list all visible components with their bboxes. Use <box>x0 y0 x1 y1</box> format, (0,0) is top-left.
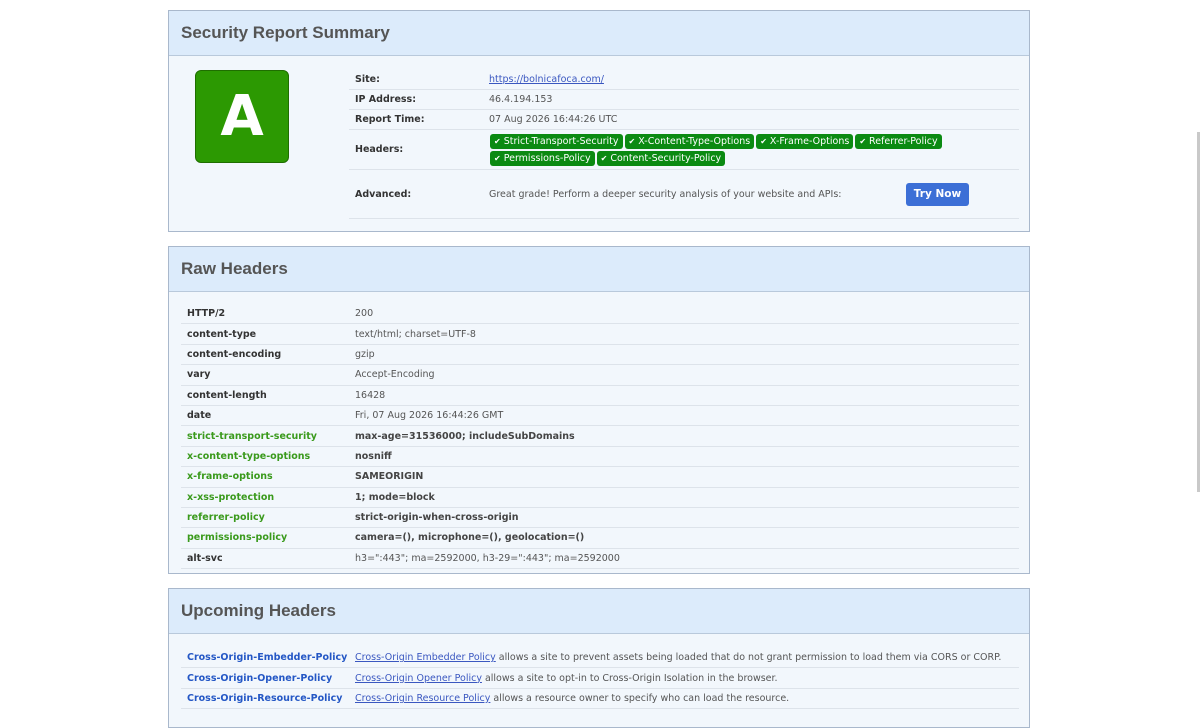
header-pill-label: Content-Security-Policy <box>610 152 722 164</box>
header-pill-label: Referrer-Policy <box>869 135 938 147</box>
summary-title: Security Report Summary <box>169 11 1029 56</box>
raw-header-value: gzip <box>355 348 375 360</box>
upcoming-header-link[interactable]: Cross-Origin Resource Policy <box>355 693 490 704</box>
raw-header-value: 200 <box>355 308 374 320</box>
raw-header-value: text/html; charset=UTF-8 <box>355 328 476 340</box>
raw-header-key: HTTP/2 <box>187 308 226 320</box>
check-icon: ✔ <box>494 136 501 146</box>
raw-header-value: SAMEORIGIN <box>355 471 424 483</box>
site-link[interactable]: https://bolnicafoca.com/ <box>489 74 604 85</box>
upcoming-header-text: allows a resource owner to specify who c… <box>490 692 790 704</box>
upcoming-headers-panel: Upcoming Headers Cross-Origin-Embedder-P… <box>168 588 1030 728</box>
upcoming-header-text: allows a site to opt-in to Cross-Origin … <box>481 672 778 684</box>
raw-header-key: date <box>187 410 212 422</box>
check-icon: ✔ <box>628 136 636 146</box>
raw-header-key: content-length <box>187 389 267 401</box>
raw-header-key: x-frame-options <box>187 471 273 483</box>
header-pill-label: Strict-Transport-Security <box>503 135 619 147</box>
header-pill: ✔ Permissions-Policy <box>490 150 595 166</box>
raw-header-value: camera=(), microphone=(), geolocation=() <box>355 532 585 544</box>
raw-header-key: vary <box>187 369 211 381</box>
raw-headers-panel: Raw Headers HTTP/2 200 content-type text/ht… <box>168 246 1030 574</box>
advanced-label: Advanced: <box>355 188 412 200</box>
raw-header-row: x-xss-protection 1; mode=block <box>181 488 1019 508</box>
header-pill: ✔ Referrer-Policy <box>855 133 942 149</box>
upcoming-header-description: Cross-Origin Opener Policy allows a site… <box>355 673 1019 684</box>
upcoming-header-row: Cross-Origin-Embedder-Policy Cross-Origin… <box>181 648 1019 669</box>
raw-header-key: permissions-policy <box>187 532 288 544</box>
raw-headers-title: Raw Headers <box>169 247 1029 292</box>
raw-header-row: strict-transport-security max-age=3153600… <box>181 426 1019 447</box>
header-pills: ✔ Strict-Transport-Security ✔ X-Content-Typ… <box>489 133 949 167</box>
raw-header-row: referrer-policy strict-origin-when-cross-… <box>181 508 1019 529</box>
raw-headers-table: HTTP/2 200 content-type text/html; charset=… <box>181 304 1019 570</box>
header-pill-label: Permissions-Policy <box>503 152 591 164</box>
raw-header-key: strict-transport-security <box>187 430 317 442</box>
raw-header-value: nosniff <box>355 450 392 462</box>
raw-header-value: h3=":443"; ma=2592000, h3-29=":443"; ma=… <box>355 552 620 564</box>
check-icon: ✔ <box>760 136 767 146</box>
ip-label: IP Address: <box>355 94 416 105</box>
header-pill: ✔ Content-Security-Policy <box>596 150 726 166</box>
check-icon: ✔ <box>859 136 867 146</box>
header-pill-label: X-Frame-Options <box>769 135 850 147</box>
raw-header-key: x-xss-protection <box>187 491 275 503</box>
header-pill: ✔ Strict-Transport-Security <box>490 133 623 149</box>
header-pill: ✔ X-Content-Type-Options <box>624 133 755 149</box>
site-label: Site: <box>355 74 380 85</box>
raw-header-value: 1; mode=block <box>355 491 435 503</box>
raw-header-row: alt-svc h3=":443"; ma=2592000, h3-29=":44… <box>181 549 1019 570</box>
raw-header-row: permissions-policy camera=(), microphone=… <box>181 528 1019 549</box>
upcoming-header-key: Cross-Origin-Opener-Policy <box>187 672 333 684</box>
upcoming-headers-title: Upcoming Headers <box>169 589 1029 634</box>
upcoming-header-description: Cross-Origin Embedder Policy allows a si… <box>355 652 1019 663</box>
report-time-label: Report Time: <box>355 114 425 125</box>
report-time-row: Report Time: 07 Aug 2026 16:44:26 UTC <box>349 110 1019 130</box>
header-pill: ✔ X-Frame-Options <box>756 133 854 149</box>
raw-header-key: content-type <box>187 328 257 340</box>
raw-header-value: strict-origin-when-cross-origin <box>355 512 519 524</box>
try-now-button[interactable]: Try Now <box>906 182 969 206</box>
grade-badge: A <box>195 70 289 163</box>
upcoming-header-link[interactable]: Cross-Origin Opener Policy <box>355 673 482 684</box>
raw-header-row: HTTP/2 200 <box>181 304 1019 325</box>
ip-value: 46.4.194.153 <box>489 94 553 105</box>
header-pill-label: X-Content-Type-Options <box>638 135 751 147</box>
upcoming-header-text: allows a site to prevent assets being lo… <box>495 652 1002 664</box>
raw-header-key: referrer-policy <box>187 512 265 524</box>
upcoming-header-key: Cross-Origin-Embedder-Policy <box>187 652 348 664</box>
raw-header-value: Accept-Encoding <box>355 369 435 381</box>
upcoming-header-description: Cross-Origin Resource Policy allows a re… <box>355 693 1019 704</box>
upcoming-header-row: Cross-Origin-Opener-Policy Cross-Origin O… <box>181 668 1019 689</box>
advanced-row: Advanced: Great grade! Perform a deeper … <box>349 170 1019 219</box>
summary-table: Site: https://bolnicafoca.com/ IP Addres… <box>349 70 1019 219</box>
upcoming-header-key: Cross-Origin-Resource-Policy <box>187 692 343 704</box>
check-icon: ✔ <box>600 153 608 163</box>
security-report-summary-panel: Security Report Summary A Site: https://… <box>168 10 1030 232</box>
raw-header-key: alt-svc <box>187 552 223 564</box>
raw-header-row: x-content-type-options nosniff <box>181 447 1019 468</box>
raw-header-row: date Fri, 07 Aug 2026 16:44:26 GMT <box>181 406 1019 427</box>
upcoming-headers-table: Cross-Origin-Embedder-Policy Cross-Origin… <box>181 648 1019 710</box>
upcoming-header-link[interactable]: Cross-Origin Embedder Policy <box>355 652 496 663</box>
upcoming-header-row: Cross-Origin-Resource-Policy Cross-Origin… <box>181 689 1019 710</box>
raw-header-value: 16428 <box>355 389 386 401</box>
raw-header-row: content-type text/html; charset=UTF-8 <box>181 324 1019 345</box>
headers-row: Headers: ✔ Strict-Transport-Security ✔ X-Co… <box>349 130 1019 170</box>
raw-header-row: content-length 16428 <box>181 386 1019 406</box>
raw-header-row: x-frame-options SAMEORIGIN <box>181 467 1019 488</box>
raw-header-row: content-encoding gzip <box>181 345 1019 366</box>
check-icon: ✔ <box>494 153 501 163</box>
raw-header-value: Fri, 07 Aug 2026 16:44:26 GMT <box>355 410 504 422</box>
raw-header-row: vary Accept-Encoding <box>181 365 1019 386</box>
raw-header-key: x-content-type-options <box>187 450 311 462</box>
raw-header-key: content-encoding <box>187 348 282 360</box>
raw-header-value: max-age=31536000; includeSubDomains <box>355 430 575 442</box>
report-time-value: 07 Aug 2026 16:44:26 UTC <box>489 114 618 125</box>
headers-label: Headers: <box>355 144 404 155</box>
site-row: Site: https://bolnicafoca.com/ <box>349 70 1019 90</box>
ip-row: IP Address: 46.4.194.153 <box>349 90 1019 110</box>
